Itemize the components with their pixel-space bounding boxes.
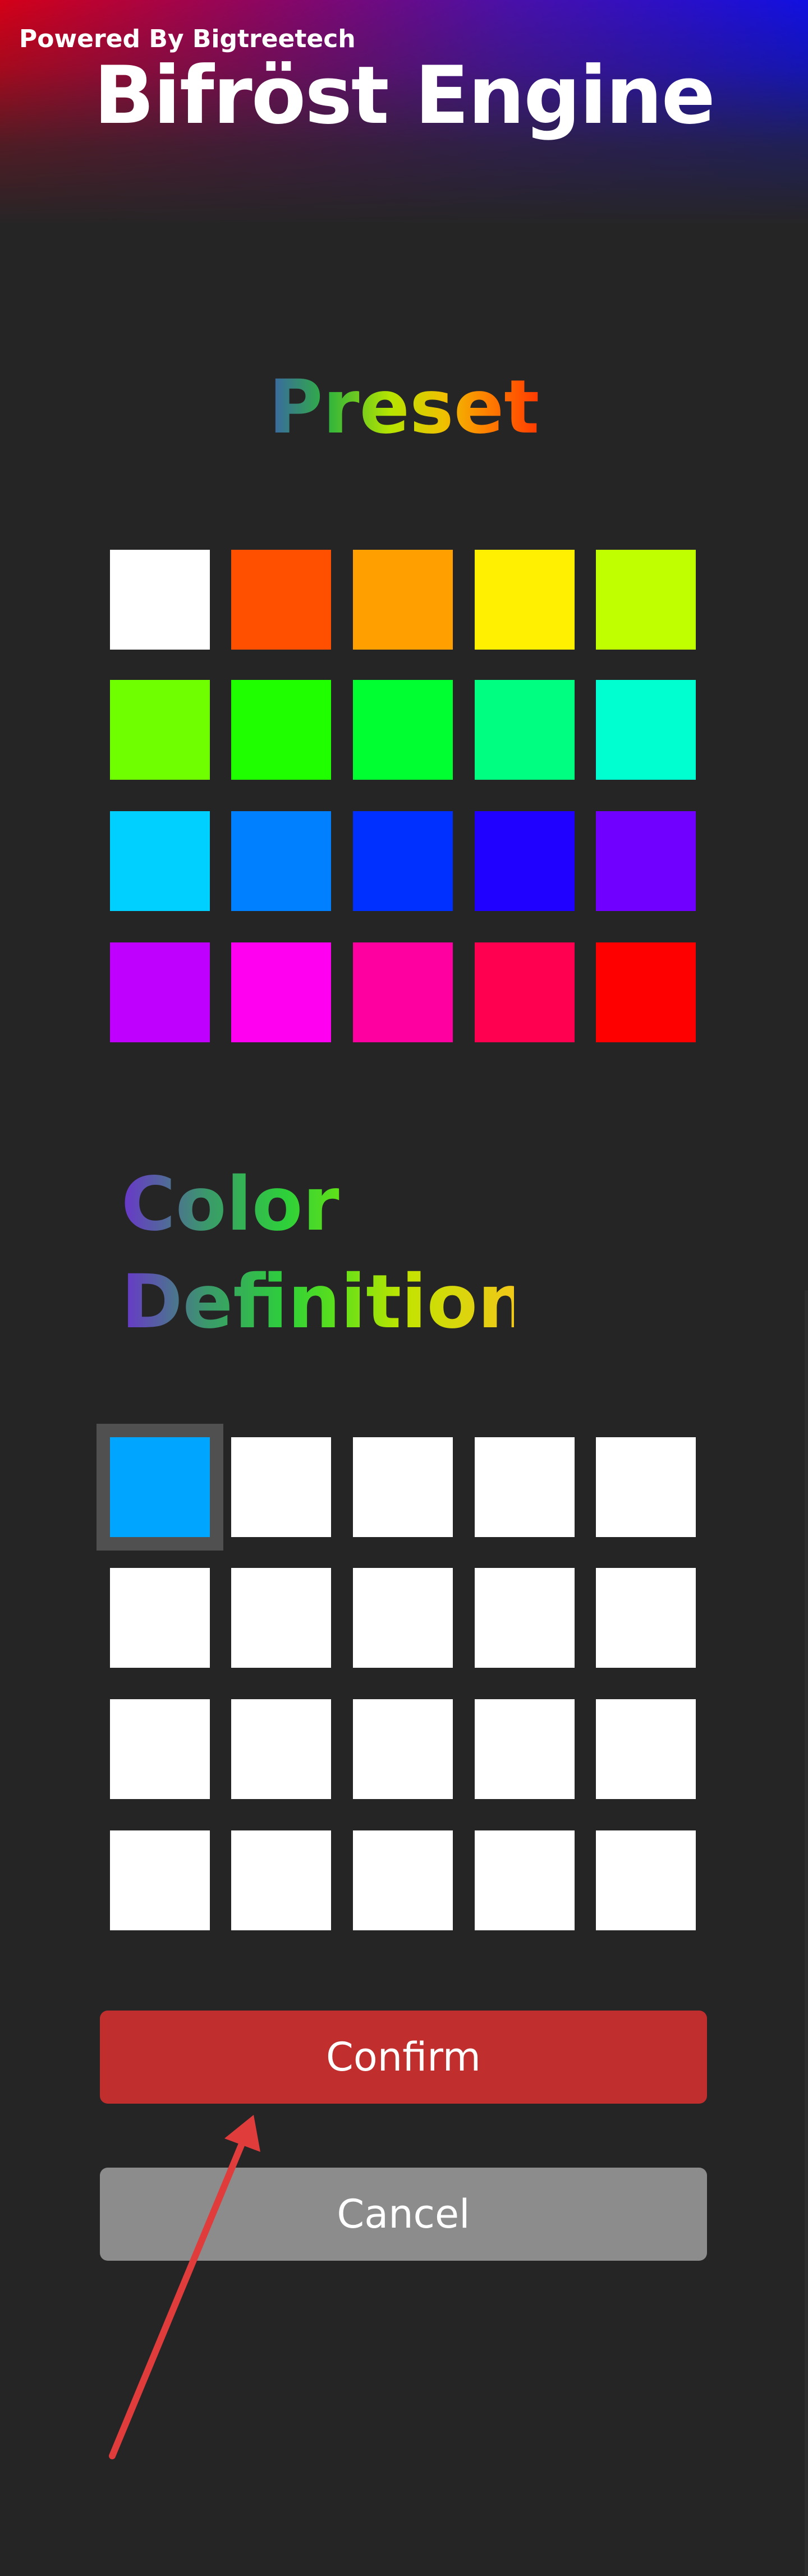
preset-swatch-14[interactable] xyxy=(475,811,575,911)
preset-swatch-13[interactable] xyxy=(353,811,453,911)
preset-swatch-19[interactable] xyxy=(475,942,575,1042)
preset-swatch-15[interactable] xyxy=(596,811,696,911)
powered-by-label: Powered By Bigtreetech xyxy=(19,25,356,53)
preset-swatch-9[interactable] xyxy=(475,680,575,780)
custom-color-swatch-5[interactable] xyxy=(596,1437,696,1537)
confirm-button[interactable]: Confirm xyxy=(100,2011,707,2104)
custom-color-swatch-8[interactable] xyxy=(353,1568,453,1668)
custom-color-swatch-2[interactable] xyxy=(231,1437,331,1537)
custom-color-swatch-17[interactable] xyxy=(231,1830,331,1930)
preset-heading-text: Preset xyxy=(268,364,540,450)
preset-swatch-7[interactable] xyxy=(231,680,331,780)
preset-heading: Preset xyxy=(0,370,808,444)
custom-color-swatch-12[interactable] xyxy=(231,1699,331,1799)
custom-color-swatch-20[interactable] xyxy=(596,1830,696,1930)
custom-color-swatch-4[interactable] xyxy=(475,1437,575,1537)
custom-color-swatch-11[interactable] xyxy=(110,1699,210,1799)
arrow-head xyxy=(224,2115,260,2152)
preset-swatch-3[interactable] xyxy=(353,550,453,650)
custom-color-swatch-3[interactable] xyxy=(353,1437,453,1537)
preset-swatch-8[interactable] xyxy=(353,680,453,780)
custom-color-swatch-13[interactable] xyxy=(353,1699,453,1799)
preset-swatch-12[interactable] xyxy=(231,811,331,911)
custom-color-swatch-14[interactable] xyxy=(475,1699,575,1799)
preset-swatch-5[interactable] xyxy=(596,550,696,650)
custom-color-swatch-19[interactable] xyxy=(475,1830,575,1930)
custom-color-swatch-6[interactable] xyxy=(110,1568,210,1668)
preset-swatch-20[interactable] xyxy=(596,942,696,1042)
preset-swatch-18[interactable] xyxy=(353,942,453,1042)
cancel-button[interactable]: Cancel xyxy=(100,2168,707,2261)
app-title: Bifröst Engine xyxy=(94,49,715,142)
preset-swatch-16[interactable] xyxy=(110,942,210,1042)
custom-color-swatch-16[interactable] xyxy=(110,1830,210,1930)
custom-color-swatch-7[interactable] xyxy=(231,1568,331,1668)
custom-color-swatch-18[interactable] xyxy=(353,1830,453,1930)
preset-swatch-17[interactable] xyxy=(231,942,331,1042)
preset-swatch-2[interactable] xyxy=(231,550,331,650)
custom-color-swatch-10[interactable] xyxy=(596,1568,696,1668)
custom-color-swatch-15[interactable] xyxy=(596,1699,696,1799)
scrollbar-track[interactable] xyxy=(805,1290,808,2576)
preset-swatch-4[interactable] xyxy=(475,550,575,650)
custom-color-swatch-1[interactable] xyxy=(97,1424,223,1551)
preset-swatch-10[interactable] xyxy=(596,680,696,780)
preset-swatch-1[interactable] xyxy=(110,550,210,650)
custom-color-swatch-9[interactable] xyxy=(475,1568,575,1668)
preset-swatch-11[interactable] xyxy=(110,811,210,911)
preset-swatch-6[interactable] xyxy=(110,680,210,780)
color-definition-heading: Color Definition xyxy=(121,1156,530,1351)
